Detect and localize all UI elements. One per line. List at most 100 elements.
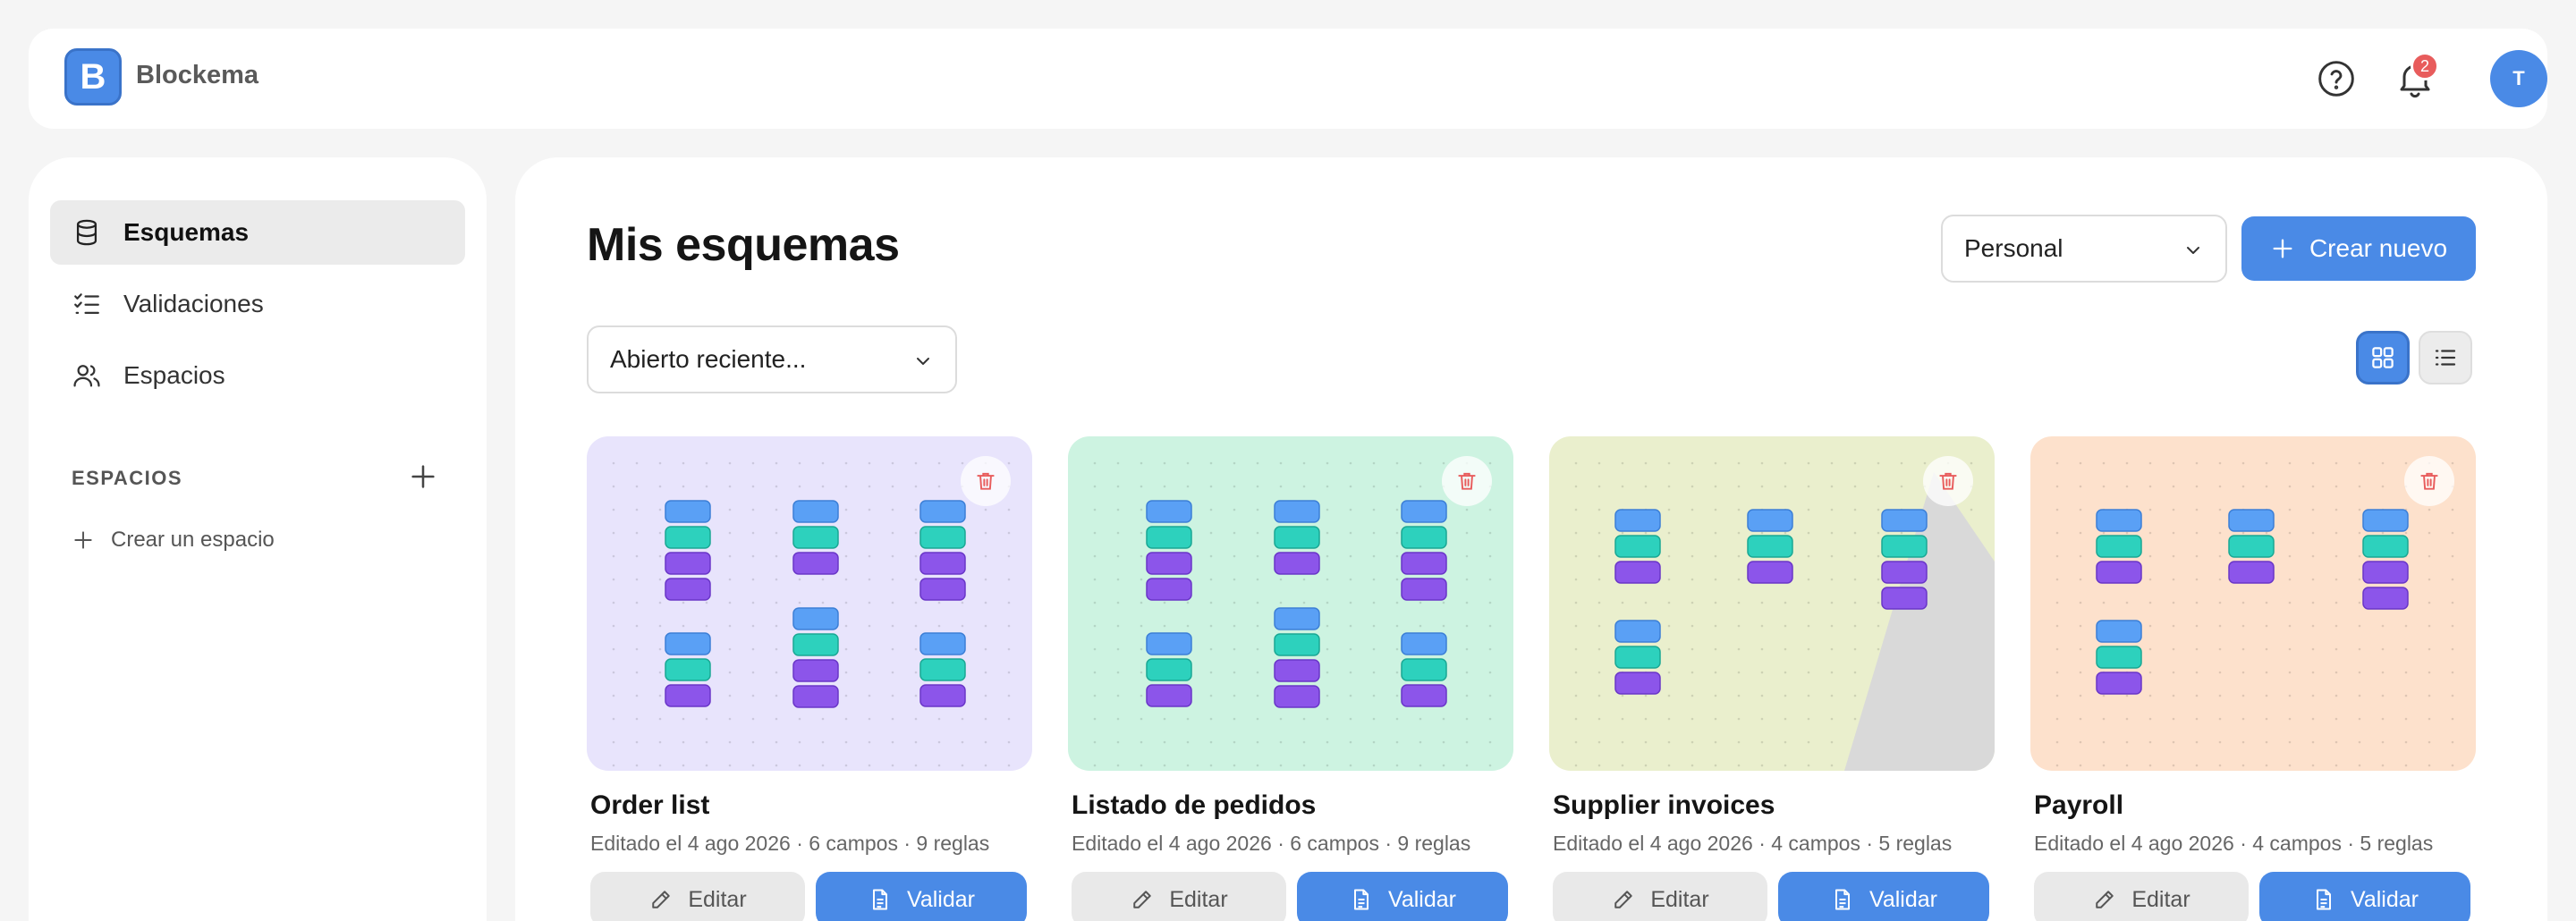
sidebar-item-esquemas[interactable]: Esquemas <box>50 200 465 265</box>
schema-field-block <box>665 632 711 655</box>
edit-button[interactable]: Editar <box>2034 872 2249 921</box>
add-space-button[interactable] <box>408 461 438 492</box>
validate-button[interactable]: Validar <box>1778 872 1989 921</box>
page-title: Mis esquemas <box>587 219 900 271</box>
schema-field-block <box>1401 526 1447 549</box>
validate-button[interactable]: Validar <box>816 872 1027 921</box>
schema-field-block <box>919 578 966 601</box>
schema-field-block <box>1747 535 1793 558</box>
main-panel: Mis esquemas Personal Crear nuevo Abiert… <box>515 157 2547 921</box>
schema-thumbnail[interactable] <box>1549 436 1995 771</box>
card-title: Order list <box>590 790 710 820</box>
sidebar-item-label: Espacios <box>123 361 225 389</box>
help-button[interactable] <box>2317 59 2356 98</box>
grid-icon <box>2372 347 2394 368</box>
schema-card[interactable]: Listado de pedidos Editado el 4 ago 2026… <box>1068 436 1513 921</box>
schema-thumbnail[interactable] <box>1068 436 1513 771</box>
schema-card[interactable]: Payroll Editado el 4 ago 2026 · 4 campos… <box>2030 436 2476 921</box>
schema-field-block <box>919 552 966 575</box>
edit-button[interactable]: Editar <box>590 872 805 921</box>
chevron-down-icon <box>917 358 929 365</box>
sidebar-item-validaciones[interactable]: Validaciones <box>50 272 465 336</box>
schema-field-block <box>2228 509 2275 532</box>
schema-field-block <box>1274 500 1320 523</box>
schema-field-block <box>919 500 966 523</box>
schema-field-block <box>1146 632 1192 655</box>
database-icon <box>76 219 97 246</box>
schema-field-block <box>792 633 839 656</box>
create-new-button[interactable]: Crear nuevo <box>2241 216 2476 281</box>
schema-field-block <box>2362 587 2409 610</box>
avatar[interactable]: T <box>2490 50 2547 107</box>
schema-field-block <box>1401 578 1447 601</box>
app-name: Blockema <box>136 61 259 89</box>
card-title: Payroll <box>2034 790 2124 820</box>
schema-field-block <box>665 684 711 707</box>
edit-button[interactable]: Editar <box>1553 872 1767 921</box>
schema-field-block <box>665 526 711 549</box>
schema-field-block <box>1274 607 1320 630</box>
schema-field-block <box>1401 552 1447 575</box>
delete-button[interactable] <box>1923 456 1973 506</box>
logo[interactable]: B <box>64 48 122 106</box>
schema-card[interactable]: Order list Editado el 4 ago 2026 · 6 cam… <box>587 436 1032 921</box>
grid-view-toggle[interactable] <box>2356 331 2410 384</box>
schema-field-block <box>1274 633 1320 656</box>
validate-label: Validar <box>1388 886 1456 912</box>
trash-icon <box>977 472 995 490</box>
sidebar-item-label: Validaciones <box>123 290 264 317</box>
chevron-down-icon <box>2187 247 2199 254</box>
schema-field-block <box>1274 552 1320 575</box>
schema-field-block <box>919 658 966 681</box>
schema-field-block <box>1614 646 1661 669</box>
card-actions: Editar Validar <box>587 872 1032 921</box>
pencil-icon <box>1614 891 1633 908</box>
pencil-icon <box>1133 891 1152 908</box>
trash-icon <box>1458 472 1476 490</box>
delete-button[interactable] <box>1442 456 1492 506</box>
schema-field-block <box>1146 658 1192 681</box>
sidebar-item-label: Esquemas <box>123 218 250 246</box>
schema-field-block <box>1146 500 1192 523</box>
edit-label: Editar <box>1650 886 1709 912</box>
schema-field-block <box>2096 535 2142 558</box>
list-icon <box>2435 350 2456 366</box>
validate-button[interactable]: Validar <box>2259 872 2470 921</box>
list-view-toggle[interactable] <box>2419 331 2472 384</box>
schema-field-block <box>665 552 711 575</box>
schema-field-block <box>1274 685 1320 708</box>
schema-card[interactable]: Supplier invoices Editado el 4 ago 2026 … <box>1549 436 1995 921</box>
schema-field-block <box>792 552 839 575</box>
scope-select[interactable]: Personal <box>1941 215 2227 283</box>
schema-field-block <box>2096 509 2142 532</box>
card-actions: Editar Validar <box>2030 872 2476 921</box>
schema-field-block <box>919 632 966 655</box>
notification-badge: 2 <box>2411 52 2439 80</box>
schema-field-block <box>2096 620 2142 643</box>
schema-field-block <box>1881 509 1928 532</box>
schema-field-block <box>1146 578 1192 601</box>
document-icon <box>2317 889 2332 910</box>
schema-field-block <box>1401 632 1447 655</box>
document-icon <box>1835 889 1851 910</box>
schema-field-block <box>2362 561 2409 584</box>
delete-button[interactable] <box>961 456 1011 506</box>
edit-button[interactable]: Editar <box>1072 872 1286 921</box>
plus-icon <box>74 531 92 549</box>
schema-field-block <box>1614 509 1661 532</box>
edit-label: Editar <box>1169 886 1228 912</box>
validate-button[interactable]: Validar <box>1297 872 1508 921</box>
sidebar-item-espacios[interactable]: Espacios <box>50 343 465 408</box>
delete-button[interactable] <box>2404 456 2454 506</box>
schema-field-block <box>2096 672 2142 695</box>
create-space-link[interactable]: Crear un espacio <box>72 528 275 553</box>
schema-field-block <box>1274 659 1320 682</box>
sort-select[interactable]: Abierto reciente... <box>587 325 957 393</box>
schema-thumbnail[interactable] <box>587 436 1032 771</box>
schema-field-block <box>792 607 839 630</box>
schema-field-block <box>2228 535 2275 558</box>
schema-field-block <box>919 526 966 549</box>
users-icon <box>73 365 100 387</box>
schema-thumbnail[interactable] <box>2030 436 2476 771</box>
top-bar: B Blockema 2 T <box>29 29 2547 129</box>
